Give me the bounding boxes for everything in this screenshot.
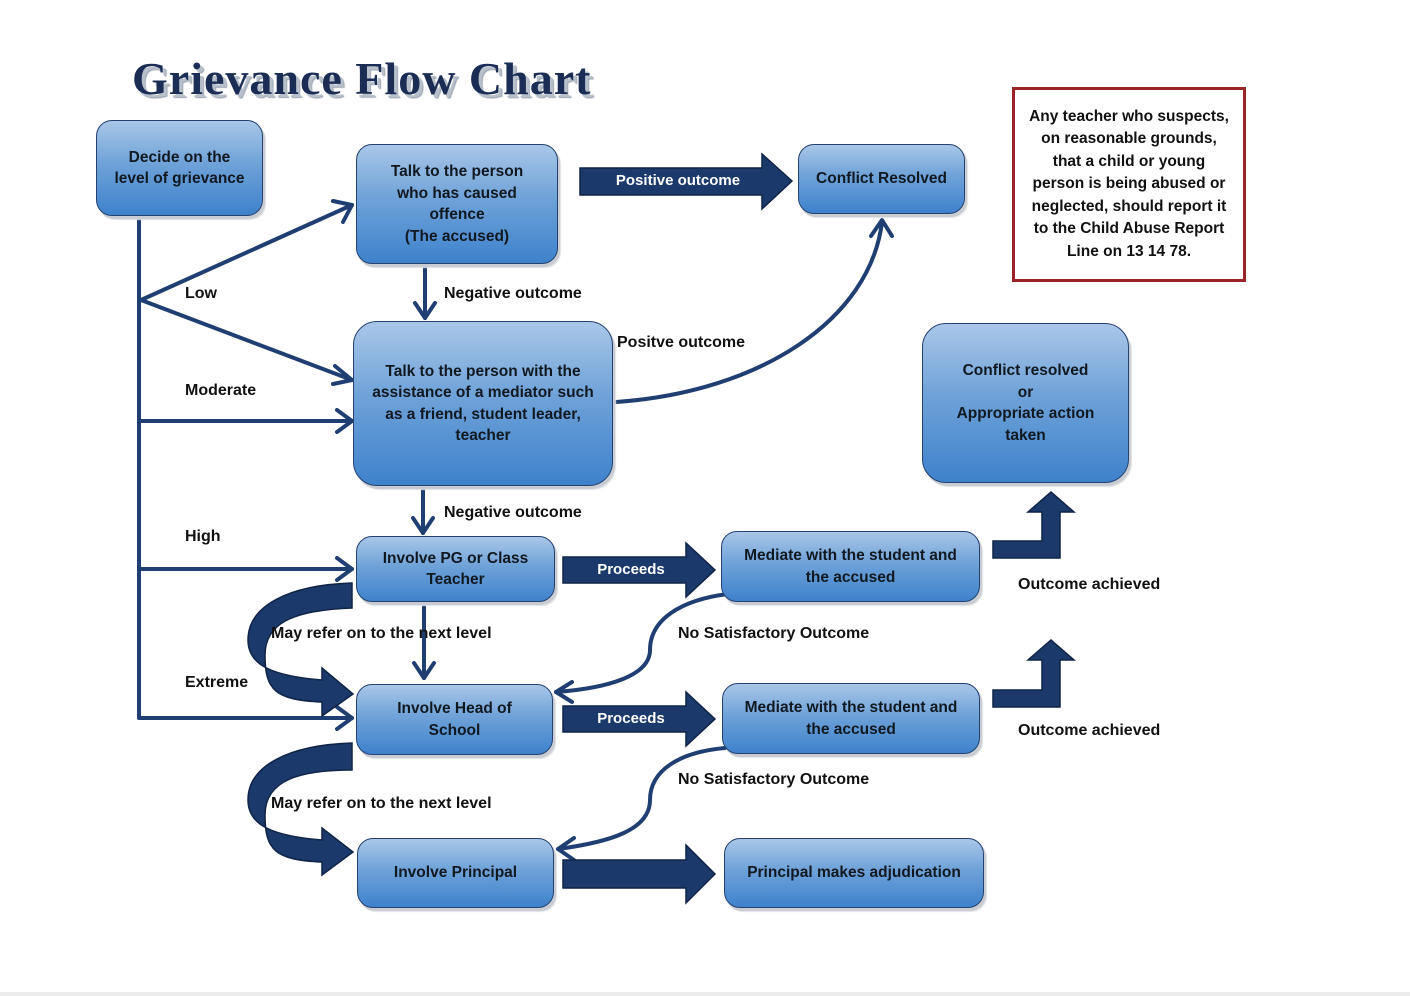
may-refer-1-curved-arrow <box>247 582 355 718</box>
no-satisfactory-2-label: No Satisfactory Outcome <box>678 771 870 788</box>
decide-level-box: Decide on the level of grievance <box>96 120 263 216</box>
no-satisfactory-1-curve <box>554 592 730 694</box>
adjudication-box: Principal makes adjudication <box>724 838 984 908</box>
decide-level-text: Decide on the level of grievance <box>114 148 245 188</box>
pg-teacher-box: Involve PG or Class Teacher <box>356 536 555 602</box>
mediate-1-box: Mediate with the student and the accused <box>721 531 980 602</box>
outcome-achieved-1-label: Outcome achieved <box>1018 576 1161 593</box>
adjudication-text: Principal makes adjudication <box>747 864 961 882</box>
low-branch-to-mediator <box>139 298 354 382</box>
proceeds-1-label: Proceeds <box>597 561 665 578</box>
mediator-text: Talk to the person with the assistance o… <box>372 362 594 445</box>
may-refer-2-label: May refer on to the next level <box>271 795 492 812</box>
no-satisfactory-2-curve <box>556 746 727 851</box>
principal-block-arrow <box>562 843 717 905</box>
pg-teacher-text: Involve PG or Class Teacher <box>382 549 529 589</box>
positve-outcome-label: Positve outcome <box>617 334 746 351</box>
positve-outcome-curve <box>614 220 884 404</box>
principal-text: Involve Principal <box>393 864 518 882</box>
low-branch-to-talk-accused <box>139 203 354 302</box>
resolved-or-action-text: Conflict resolved or Appropriate action … <box>956 362 1095 444</box>
page-title: Grievance Flow Chart <box>132 53 592 104</box>
mediator-box: Talk to the person with the assistance o… <box>353 321 613 486</box>
outcome-achieved-2-bent-arrow <box>992 639 1077 708</box>
head-of-school-box: Involve Head of School <box>356 684 553 755</box>
page-bottom-edge <box>0 992 1410 996</box>
conflict-resolved-box: Conflict Resolved <box>798 144 965 214</box>
proceeds-2-label: Proceeds <box>597 710 665 727</box>
may-refer-1-label: May refer on to the next level <box>271 625 492 642</box>
mediate-2-text: Mediate with the student and the accused <box>744 699 958 738</box>
resolved-or-action-box: Conflict resolved or Appropriate action … <box>922 323 1129 483</box>
head-of-school-text: Involve Head of School <box>397 700 512 739</box>
conflict-resolved-text: Conflict Resolved <box>816 170 947 188</box>
negative-outcome-1-label: Negative outcome <box>444 285 582 302</box>
outcome-achieved-2-label: Outcome achieved <box>1018 722 1161 739</box>
no-satisfactory-1-label: No Satisfactory Outcome <box>678 625 870 642</box>
talk-accused-text: Talk to the person who has caused offenc… <box>390 163 524 245</box>
level-moderate-label: Moderate <box>185 382 257 399</box>
positive-outcome-label: Positive outcome <box>615 172 741 189</box>
negative-outcome-2-label: Negative outcome <box>444 504 582 521</box>
level-high-label: High <box>185 528 221 545</box>
principal-box: Involve Principal <box>357 838 554 908</box>
mediate-1-text: Mediate with the student and the accused <box>744 547 957 586</box>
child-abuse-notice: Any teacher who suspects, on reasonable … <box>1012 87 1246 282</box>
outcome-achieved-1-bent-arrow <box>992 491 1077 559</box>
talk-accused-box: Talk to the person who has caused offenc… <box>356 144 558 264</box>
level-low-label: Low <box>185 285 217 302</box>
mediate-2-box: Mediate with the student and the accused <box>722 683 980 754</box>
level-extreme-label: Extreme <box>185 674 249 691</box>
child-abuse-notice-text: Any teacher who suspects, on reasonable … <box>1029 107 1229 260</box>
